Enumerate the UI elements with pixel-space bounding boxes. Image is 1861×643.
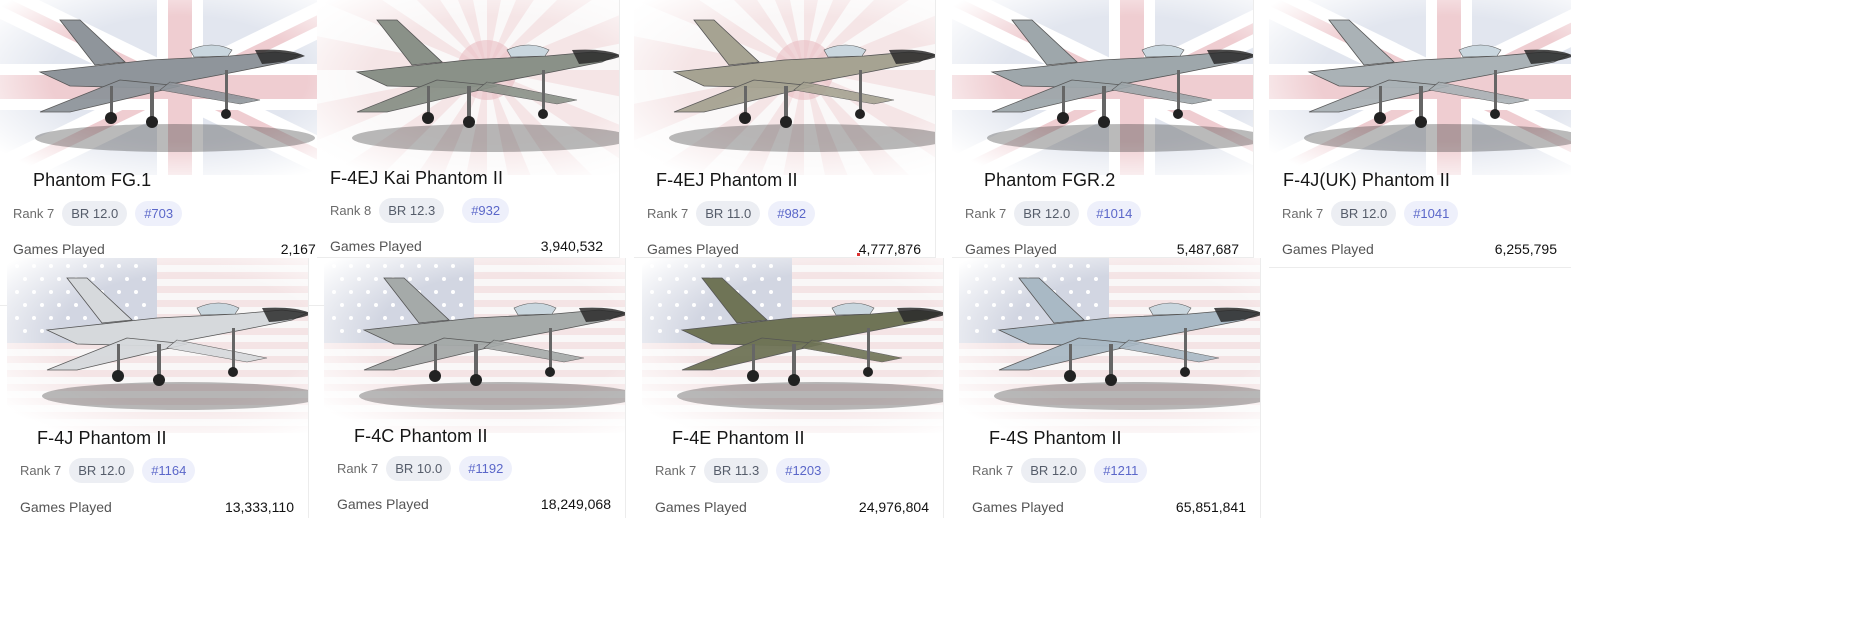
rank-label: Rank 7	[1282, 206, 1324, 221]
games-played-label: Games Played	[337, 496, 429, 512]
ranking-position-badge: #982	[768, 201, 816, 226]
vehicle-name: Phantom FG.1	[33, 170, 152, 190]
vehicle-image	[952, 0, 1253, 175]
vehicle-image	[7, 258, 308, 433]
battle-rating-badge: BR 12.0	[1021, 458, 1087, 483]
vehicle-image	[959, 258, 1260, 433]
games-played-label: Games Played	[965, 241, 1057, 257]
battle-rating-badge: BR 11.0	[696, 201, 761, 226]
games-played-value: 6,255,795	[1494, 241, 1557, 257]
rank-label: Rank 7	[337, 461, 379, 476]
vehicle-card[interactable]: F-4EJ Kai Phantom II Rank 8 BR 12.3 #932…	[317, 0, 620, 258]
vehicle-card[interactable]: F-4C Phantom II Rank 7 BR 10.0 #1192 Gam…	[324, 258, 626, 518]
rank-label: Rank 8	[330, 203, 372, 218]
vehicle-card[interactable]: F-4J(UK) Phantom II Rank 7 BR 12.0 #1041…	[1269, 0, 1571, 268]
rank-label: Rank 7	[972, 463, 1014, 478]
battle-rating-badge: BR 11.3	[704, 458, 769, 483]
vehicle-image	[0, 0, 357, 175]
games-played-label: Games Played	[13, 241, 105, 257]
games-played-value: 13,333,110	[224, 499, 294, 515]
vehicle-card[interactable]: F-4S Phantom II Rank 7 BR 12.0 #1211 Gam…	[959, 258, 1261, 518]
rank-label: Rank 7	[13, 206, 55, 221]
battle-rating-badge: BR 12.0	[1331, 201, 1397, 226]
vehicle-name: F-4EJ Phantom II	[656, 170, 798, 190]
games-played-value: 24,976,804	[858, 499, 929, 515]
vehicle-name: F-4J(UK) Phantom II	[1283, 170, 1450, 190]
games-played-value: 65,851,841	[1175, 499, 1246, 515]
games-played-value: 3,940,532	[540, 238, 603, 254]
ranking-position-badge: #1211	[1094, 458, 1148, 483]
rank-label: Rank 7	[20, 463, 62, 478]
vehicle-card[interactable]: F-4EJ Phantom II Rank 7 BR 11.0 #982 Gam…	[634, 0, 936, 258]
ranking-position-badge: #1014	[1087, 201, 1142, 226]
battle-rating-badge: BR 12.0	[62, 201, 128, 226]
vehicle-image	[1269, 0, 1571, 175]
games-played-value: 18,249,068	[540, 496, 611, 512]
rank-label: Rank 7	[655, 463, 697, 478]
vehicle-image	[317, 0, 619, 175]
games-played-label: Games Played	[20, 499, 112, 515]
vehicle-image	[324, 258, 625, 433]
vehicle-card[interactable]: Phantom FGR.2 Rank 7 BR 12.0 #1014 Games…	[952, 0, 1254, 258]
ranking-position-badge: #1192	[459, 456, 513, 481]
vehicle-card[interactable]: F-4J Phantom II Rank 7 BR 12.0 #1164 Gam…	[7, 258, 309, 518]
vehicle-card[interactable]: F-4E Phantom II Rank 7 BR 11.3 #1203 Gam…	[642, 258, 944, 518]
vehicle-name: F-4EJ Kai Phantom II	[330, 168, 504, 188]
battle-rating-badge: BR 12.0	[1014, 201, 1080, 226]
ranking-position-badge: #1164	[142, 458, 196, 483]
vehicle-name: F-4E Phantom II	[672, 428, 805, 448]
ranking-position-badge: #932	[462, 198, 510, 223]
battle-rating-badge: BR 10.0	[386, 456, 452, 481]
rank-label: Rank 7	[647, 206, 689, 221]
vehicle-name: Phantom FGR.2	[984, 170, 1116, 190]
games-played-label: Games Played	[972, 499, 1064, 515]
vehicle-name: F-4J Phantom II	[37, 428, 167, 448]
vehicle-image	[642, 258, 943, 433]
games-played-label: Games Played	[330, 238, 422, 254]
battle-rating-badge: BR 12.3	[379, 198, 445, 223]
rank-label: Rank 7	[965, 206, 1007, 221]
games-played-label: Games Played	[1282, 241, 1374, 257]
games-played-label: Games Played	[647, 241, 739, 257]
games-played-value: 4,777,876	[858, 241, 921, 257]
battle-rating-badge: BR 12.0	[69, 458, 135, 483]
vehicle-name: F-4C Phantom II	[354, 426, 488, 446]
vehicle-name: F-4S Phantom II	[989, 428, 1122, 448]
ranking-position-badge: #1203	[776, 458, 831, 483]
ranking-position-badge: #703	[135, 201, 183, 226]
ranking-position-badge: #1041	[1404, 201, 1459, 226]
games-played-value: 5,487,687	[1176, 241, 1239, 257]
games-played-label: Games Played	[655, 499, 747, 515]
vehicle-image	[634, 0, 935, 175]
